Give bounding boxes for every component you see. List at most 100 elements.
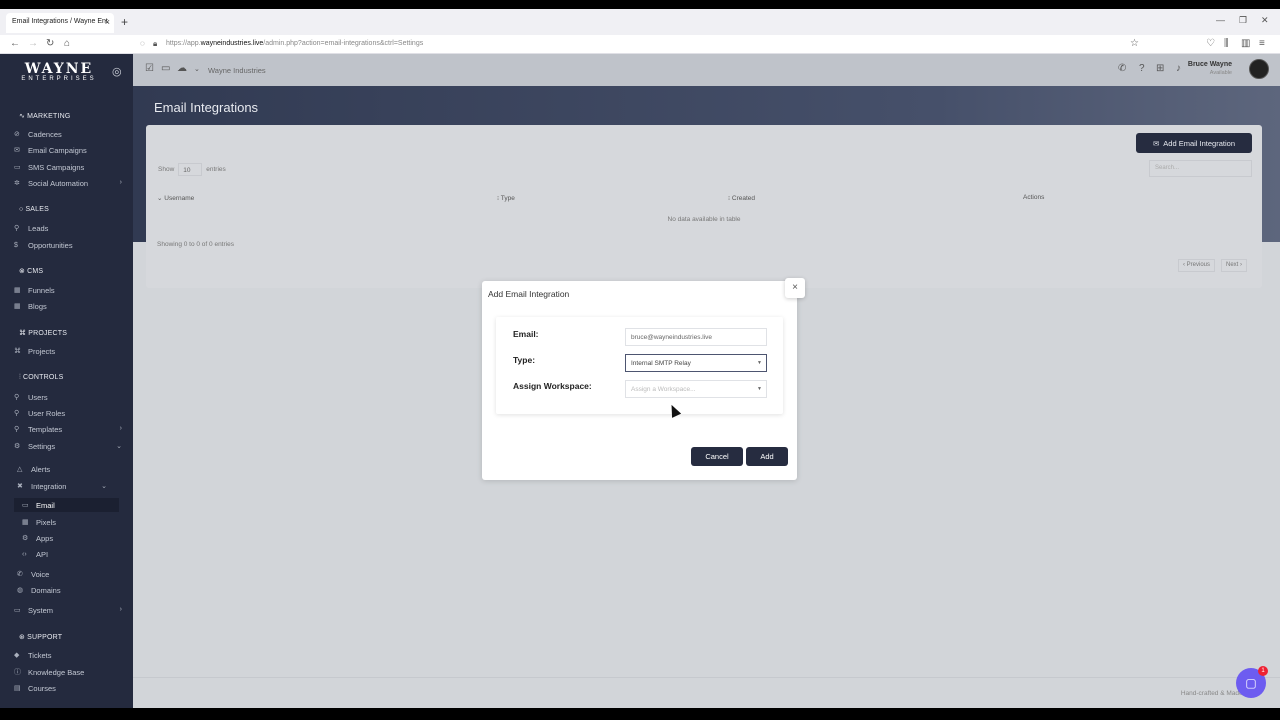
column-header-created[interactable]: ⁝ Created [728, 194, 755, 202]
new-tab-button[interactable]: + [121, 15, 128, 29]
sidebar-item-opportunities[interactable]: $ Opportunities [14, 238, 126, 252]
sidebar-item-courses[interactable]: ▤ Courses [14, 681, 126, 695]
reload-icon[interactable]: ↻ [46, 38, 54, 49]
add-button[interactable]: Add [746, 447, 788, 466]
sidebar-item-alerts[interactable]: △ Alerts [17, 462, 129, 476]
shield-icon[interactable]: ◌ [140, 39, 145, 48]
tasks-icon[interactable]: ☑ [145, 63, 154, 74]
email-field[interactable]: bruce@wayneindustries.live [625, 328, 767, 346]
sidebar-item-voice[interactable]: ✆ Voice [17, 567, 129, 581]
sidebar-item-funnels[interactable]: ▦ Funnels [14, 283, 126, 297]
page-size-value: 10 [183, 167, 191, 174]
folder-icon[interactable]: ▭ [161, 63, 170, 74]
logo[interactable]: WAYNE ENTERPRISES [17, 62, 101, 83]
entries-label: entries [206, 166, 226, 173]
user-status: Available [1209, 70, 1232, 76]
add-email-integration-label: Add Email Integration [1163, 138, 1235, 148]
maximize-icon[interactable]: ❐ [1239, 15, 1247, 26]
sidebar-item-templates[interactable]: ⚲ Templates › [14, 422, 126, 436]
navigation-bar: ← → ↻ ⌂ ◌ 🔒︎ https://app.wayneindustries… [0, 35, 1280, 54]
logo-subtitle: ENTERPRISES [21, 76, 97, 82]
home-icon[interactable]: ⌂ [64, 38, 70, 49]
sidebar-item-label: Courses [28, 683, 56, 693]
sidebar-item-social-automation[interactable]: ✲ Social Automation › [14, 176, 126, 190]
sidebar-settings-icon[interactable]: ◎ [112, 65, 122, 78]
sidebar-item-settings[interactable]: ⚙ Settings ⌄ [14, 439, 126, 453]
section-controls-label: CONTROLS [22, 374, 64, 381]
sidebar-item-blogs[interactable]: ▦ Blogs [14, 299, 126, 313]
sidebar-item-sms-campaigns[interactable]: ▭ SMS Campaigns [14, 160, 126, 174]
lock-icon[interactable]: 🔒︎ [153, 39, 157, 49]
address-bar[interactable]: https://app.wayneindustries.live/admin.p… [166, 40, 423, 47]
chat-badge: 1 [1258, 666, 1268, 676]
sidebar-item-label: Knowledge Base [28, 667, 85, 677]
next-page-button[interactable]: Next › [1221, 259, 1248, 272]
sidebar-item-user-roles[interactable]: ⚲ User Roles [14, 406, 126, 420]
url-path: /admin.php?action=email-integrations&ctr… [263, 40, 424, 47]
url-prefix: https://app. [166, 40, 201, 47]
pocket-icon[interactable]: ♡ [1206, 38, 1215, 49]
help-icon[interactable]: ? [1139, 63, 1145, 74]
sales-icon: ○ [19, 206, 24, 213]
cancel-button[interactable]: Cancel [691, 447, 743, 466]
library-icon[interactable]: ⫼ [1224, 38, 1229, 49]
sidebar-item-knowledge-base[interactable]: ⓘ Knowledge Base [14, 665, 126, 679]
sidebar-item-email[interactable]: ▭ Email [14, 498, 119, 512]
sidebar-item-apps[interactable]: ⚙ Apps [22, 531, 134, 545]
add-email-integration-button[interactable]: ✉ Add Email Integration [1136, 133, 1252, 153]
pixels-icon: ▦ [22, 519, 29, 526]
avatar[interactable] [1249, 59, 1269, 79]
sidebar-item-label: Alerts [31, 464, 51, 474]
table-info: Showing 0 to 0 of 0 entries [157, 241, 234, 248]
section-controls: ⫶ CONTROLS [19, 374, 63, 382]
workspace-breadcrumb[interactable]: Wayne Industries [208, 66, 266, 75]
page-size-control: Show 10 entries [158, 163, 226, 176]
sidebar-item-pixels[interactable]: ▦ Pixels [22, 515, 134, 529]
sidebar-item-email-campaigns[interactable]: ✉ Email Campaigns [14, 143, 126, 157]
sidebar-item-cadences[interactable]: ⊘ Cadences [14, 127, 126, 141]
close-icon[interactable]: × [785, 278, 805, 298]
sidebar-item-leads[interactable]: ⚲ Leads [14, 221, 126, 235]
show-label: Show [158, 166, 175, 173]
chevron-down-icon: ⌄ [116, 443, 122, 450]
sidebar-toggle-icon[interactable]: ▥ [1241, 38, 1250, 49]
search-input[interactable]: Search... [1149, 160, 1252, 177]
sidebar-item-tickets[interactable]: ◆ Tickets [14, 648, 126, 662]
browser-chrome: Email Integrations / Wayne Ent × + — ❐ ✕… [0, 9, 1280, 54]
tab-title: Email Integrations / Wayne Ent [12, 18, 108, 25]
phone-icon[interactable]: ✆ [1118, 63, 1126, 74]
chevron-down-icon[interactable]: ⌄ [194, 65, 200, 73]
sidebar-item-integration[interactable]: ✖ Integration ⌄ [17, 479, 111, 493]
sidebar-item-label: Cadences [28, 129, 62, 139]
bell-icon[interactable]: ♪ [1176, 63, 1181, 74]
sidebar-item-system[interactable]: ▭ System › [14, 603, 126, 617]
bookmark-star-icon[interactable]: ☆ [1130, 38, 1139, 49]
info-icon: ⓘ [14, 669, 21, 676]
section-marketing: ∿ MARKETING [19, 112, 71, 120]
map-icon[interactable]: ⊞ [1156, 63, 1164, 74]
alert-icon: △ [17, 466, 23, 473]
page-size-select[interactable]: 10 [178, 163, 203, 176]
user-name[interactable]: Bruce Wayne [1188, 61, 1232, 68]
sidebar-item-users[interactable]: ⚲ Users [14, 390, 126, 404]
type-select[interactable]: Internal SMTP Relay ▼ [625, 354, 767, 372]
sidebar-item-domains[interactable]: ◍ Domains [17, 583, 129, 597]
menu-icon[interactable]: ≡ [1259, 38, 1265, 49]
tab-close-icon[interactable]: × [105, 17, 110, 27]
back-icon[interactable]: ← [10, 38, 20, 49]
sidebar-item-projects[interactable]: ⌘ Projects [14, 344, 126, 358]
column-header-type[interactable]: ⁝ Type [497, 194, 515, 202]
column-header-username[interactable]: ⌄ Username [157, 194, 194, 202]
previous-page-button[interactable]: ‹ Previous [1178, 259, 1216, 272]
forward-icon[interactable]: → [28, 38, 38, 49]
minimize-icon[interactable]: — [1216, 15, 1225, 25]
workspace-select[interactable]: Assign a Workspace... ▼ [625, 380, 767, 398]
window-close-icon[interactable]: ✕ [1261, 15, 1269, 26]
projects-icon: ⌘ [14, 348, 21, 355]
users-icon: ⚲ [14, 394, 20, 401]
cloud-upload-icon[interactable]: ☁ [177, 63, 187, 74]
sidebar-item-api[interactable]: ‹› API [22, 547, 134, 561]
browser-tab[interactable]: Email Integrations / Wayne Ent × [6, 13, 114, 33]
section-cms-label: CMS [27, 268, 44, 275]
created-header-label: Created [731, 195, 755, 202]
